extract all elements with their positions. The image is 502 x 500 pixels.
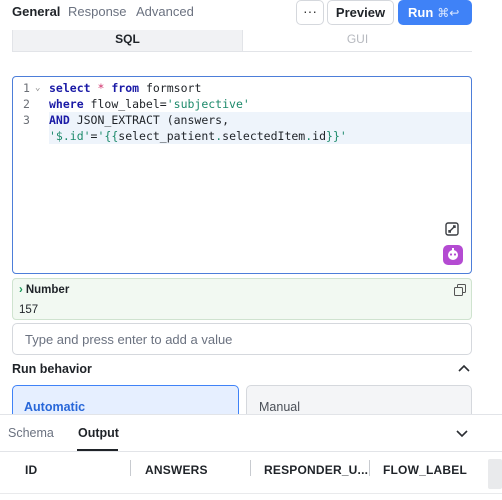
tab-response[interactable]: Response: [68, 4, 127, 19]
tab-schema[interactable]: Schema: [8, 426, 54, 440]
code-token: flow_label=: [83, 97, 167, 111]
run-shortcut: ⌘↩: [437, 6, 460, 20]
query-result-preview: › Number 157: [12, 278, 472, 320]
code-line: select * from formsort: [49, 80, 471, 96]
run-button[interactable]: Run ⌘↩: [398, 0, 472, 25]
line-number: 1 ⌄: [23, 80, 41, 96]
expand-editor-icon[interactable]: [443, 220, 461, 238]
sql-code-editor[interactable]: 1 ⌄ 2 3 select * from formsort where flow…: [12, 76, 472, 274]
copy-icon[interactable]: [454, 284, 466, 296]
result-value: 157: [19, 304, 39, 316]
fold-chevron-icon[interactable]: ⌄: [35, 80, 40, 96]
horizontal-scrollbar[interactable]: [488, 459, 502, 489]
mode-gui-option[interactable]: GUI: [243, 30, 472, 51]
column-header-id[interactable]: ID: [25, 463, 37, 477]
tab-output[interactable]: Output: [78, 426, 119, 440]
column-header-flow-label[interactable]: FLOW_LABEL: [383, 463, 467, 477]
tab-advanced[interactable]: Advanced: [136, 4, 194, 19]
code-token: JSON_EXTRACT (answers,: [69, 113, 230, 127]
code-token: }}': [326, 129, 347, 143]
code-line: AND JSON_EXTRACT (answers,: [49, 112, 471, 128]
line-number: 2: [23, 97, 30, 111]
ai-assistant-icon[interactable]: [443, 245, 463, 265]
divider: [0, 493, 502, 494]
code-lines: select * from formsort where flow_label=…: [49, 80, 471, 144]
chevron-down-icon[interactable]: [456, 428, 468, 438]
result-type-header[interactable]: › Number: [19, 284, 69, 296]
code-token: 'subjective': [166, 97, 250, 111]
code-token: selectedItem: [222, 129, 306, 143]
code-token: '{{: [97, 129, 119, 143]
run-behavior-label: Run behavior: [12, 362, 92, 376]
code-token: id: [312, 129, 327, 143]
line-number: [13, 128, 47, 144]
code-token: formsort: [139, 81, 202, 95]
divider: [0, 451, 502, 452]
mode-switch: SQL GUI: [12, 30, 472, 52]
code-token: from: [111, 81, 140, 95]
column-resize-handle[interactable]: [130, 460, 131, 476]
query-editor-panel: General Response Advanced ··· Preview Ru…: [0, 0, 502, 500]
code-line: where flow_label='subjective': [49, 96, 471, 112]
bottom-results-panel: Schema Output ID ANSWERS RESPONDER_U... …: [0, 414, 502, 500]
result-type-label: Number: [25, 284, 70, 296]
add-value-input[interactable]: [12, 323, 472, 355]
line-number-gutter: 1 ⌄ 2 3: [13, 80, 47, 144]
column-header-responder[interactable]: RESPONDER_U...: [264, 463, 368, 477]
tab-general[interactable]: General: [12, 4, 60, 19]
line-number: 3: [23, 113, 30, 127]
run-button-label: Run: [408, 5, 434, 20]
chevron-up-icon[interactable]: [458, 364, 470, 374]
expand-chevron-icon: ›: [19, 284, 23, 296]
more-options-button[interactable]: ···: [296, 0, 324, 25]
code-token: select: [49, 81, 91, 95]
code-token: where: [49, 97, 84, 111]
code-line: '$.id'='{{select_patient.selectedItem.id…: [49, 128, 471, 144]
code-token: select_patient: [118, 129, 216, 143]
column-resize-handle[interactable]: [369, 460, 370, 476]
column-header-answers[interactable]: ANSWERS: [145, 463, 208, 477]
code-token: AND: [49, 113, 70, 127]
top-toolbar: General Response Advanced ··· Preview Ru…: [0, 0, 502, 30]
code-token: '$.id': [49, 129, 91, 143]
column-resize-handle[interactable]: [250, 460, 251, 476]
mode-sql-option[interactable]: SQL: [13, 30, 243, 51]
preview-button[interactable]: Preview: [327, 0, 394, 25]
